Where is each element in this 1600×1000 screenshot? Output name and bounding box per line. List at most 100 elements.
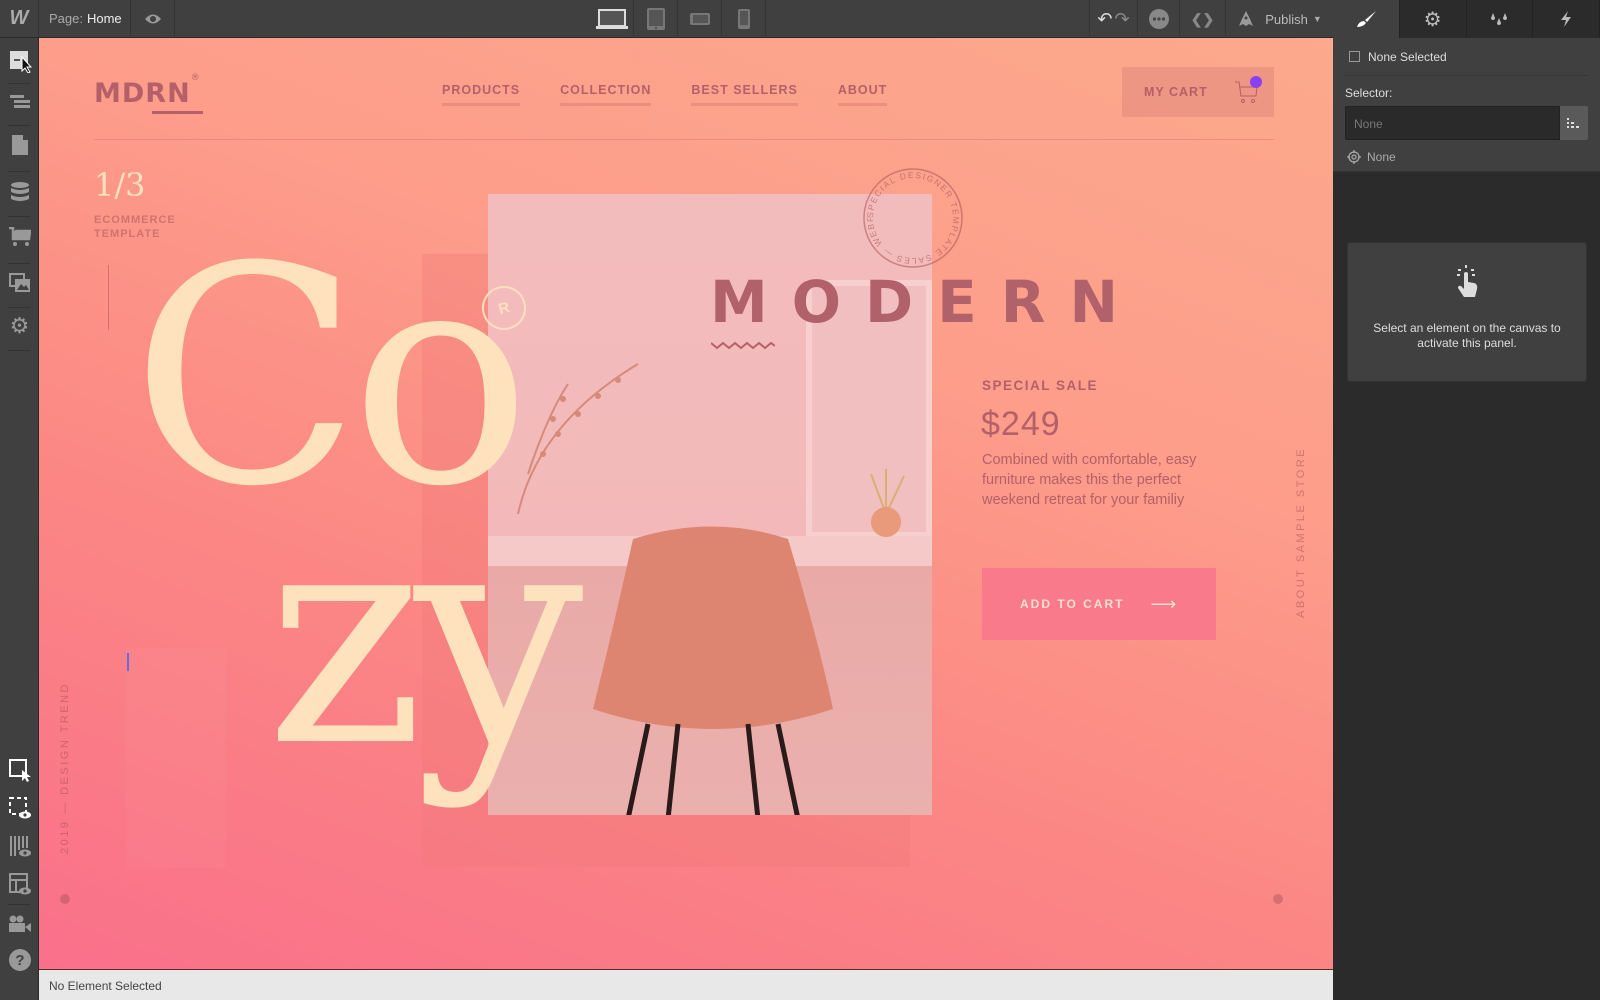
logo-underline bbox=[152, 111, 203, 114]
undo-redo-group: ↶ ↷ bbox=[1089, 0, 1137, 38]
price: $249 bbox=[981, 405, 1061, 443]
layout-preview-button[interactable] bbox=[0, 864, 39, 904]
preview-box-icon bbox=[8, 797, 31, 819]
select-checkbox[interactable] bbox=[1349, 51, 1360, 62]
status-bar: No Element Selected bbox=[39, 969, 1333, 1000]
page-selector[interactable]: Page: Home bbox=[39, 0, 131, 38]
rocket-icon bbox=[1239, 11, 1254, 26]
grid-preview-button[interactable] bbox=[0, 826, 39, 866]
pointer-click-icon bbox=[1457, 265, 1478, 297]
pages-button[interactable] bbox=[0, 125, 39, 165]
add-element-button[interactable] bbox=[0, 41, 39, 81]
nav-best-sellers[interactable]: BEST SELLERS bbox=[691, 83, 798, 106]
settings-icon: ⚙ bbox=[9, 313, 30, 338]
state-row[interactable]: None bbox=[1347, 150, 1588, 164]
text-cursor bbox=[127, 653, 129, 671]
code-icon: ❮❯ bbox=[1190, 10, 1215, 27]
nav-about[interactable]: ABOUT bbox=[837, 83, 888, 106]
video-tutorials-icon bbox=[8, 915, 31, 932]
select-element-icon bbox=[8, 759, 31, 782]
preview-box-button[interactable] bbox=[0, 788, 39, 828]
desktop-breakpoint-button[interactable] bbox=[590, 0, 634, 38]
empty-state-hint: Select an element on the canvas to activ… bbox=[1347, 242, 1587, 382]
preview-button[interactable] bbox=[131, 0, 175, 38]
side-label-right: ABOUT SAMPLE STORE bbox=[1295, 446, 1307, 618]
undo-icon[interactable]: ↶ bbox=[1097, 9, 1112, 30]
page-label-value: Home bbox=[86, 11, 122, 26]
scroll-indicator bbox=[108, 265, 109, 330]
webflow-logo[interactable]: W bbox=[0, 0, 39, 38]
selector-label: Selector: bbox=[1345, 86, 1393, 100]
cms-button[interactable] bbox=[0, 172, 39, 212]
add-to-cart-button[interactable]: ADD TO CART ⟶ bbox=[982, 568, 1216, 640]
redo-icon[interactable]: ↷ bbox=[1115, 9, 1130, 30]
site-nav: PRODUCTS COLLECTION BEST SELLERS ABOUT bbox=[442, 83, 888, 106]
mobile-portrait-icon bbox=[737, 9, 750, 29]
publish-button[interactable]: Publish ▼ bbox=[1225, 0, 1333, 38]
tablet-breakpoint-button[interactable] bbox=[634, 0, 678, 38]
mobile-landscape-icon bbox=[689, 13, 710, 25]
selector-field: None bbox=[1345, 106, 1588, 140]
nav-products[interactable]: PRODUCTS bbox=[442, 83, 521, 106]
design-canvas[interactable]: MDRN ® PRODUCTS COLLECTION BEST SELLERS … bbox=[39, 38, 1333, 969]
video-tutorials-button[interactable] bbox=[0, 904, 39, 944]
slider-dot-left[interactable] bbox=[60, 894, 70, 904]
tab-settings[interactable]: ⚙ bbox=[1400, 0, 1467, 38]
header-divider bbox=[94, 139, 1274, 140]
preview-eye-icon bbox=[144, 14, 161, 23]
cart-button[interactable]: MY CART bbox=[1122, 67, 1274, 117]
style-brush-icon bbox=[1356, 11, 1376, 27]
navigator-icon bbox=[9, 95, 30, 108]
assets-icon bbox=[8, 273, 30, 292]
more-icon bbox=[1148, 9, 1169, 29]
add-to-cart-label: ADD TO CART bbox=[1020, 597, 1125, 611]
hint-line2: activate this panel. bbox=[1417, 336, 1517, 350]
pages-icon bbox=[11, 135, 28, 155]
slider-dot-right[interactable] bbox=[1273, 894, 1283, 904]
publish-label: Publish bbox=[1265, 11, 1308, 27]
hint-line1: Select an element on the canvas to bbox=[1373, 321, 1561, 335]
site-logo[interactable]: MDRN ® bbox=[94, 73, 203, 114]
help-button[interactable]: ? bbox=[0, 940, 39, 980]
select-element-button[interactable] bbox=[0, 750, 39, 790]
grid-preview-icon bbox=[9, 836, 31, 857]
tab-interactions[interactable] bbox=[1467, 0, 1534, 38]
interactions-drops-icon bbox=[1491, 13, 1508, 25]
cms-icon bbox=[10, 182, 29, 201]
code-export-button[interactable]: ❮❯ bbox=[1179, 0, 1225, 38]
selector-menu-button[interactable] bbox=[1560, 106, 1588, 140]
ecommerce-cart-icon bbox=[8, 227, 31, 246]
topbar-actions: ↶ ↷ ❮❯ Publish ▼ bbox=[1089, 0, 1333, 38]
tab-lightning[interactable] bbox=[1533, 0, 1600, 38]
settings-gear-icon: ⚙ bbox=[1423, 8, 1442, 31]
site-settings-button[interactable]: ⚙ bbox=[0, 306, 39, 346]
tablet-icon bbox=[646, 8, 665, 30]
svg-text:?: ? bbox=[15, 952, 24, 969]
help-icon: ? bbox=[8, 949, 31, 971]
registered-mark: ® bbox=[190, 73, 201, 83]
assets-button[interactable] bbox=[0, 263, 39, 303]
none-selected-label: None Selected bbox=[1368, 49, 1447, 64]
selector-input[interactable]: None bbox=[1345, 106, 1560, 140]
tab-style[interactable] bbox=[1333, 0, 1400, 38]
side-label-left: 2019 — DESIGN TREND bbox=[59, 681, 71, 854]
chair-icon bbox=[593, 526, 833, 815]
more-button[interactable] bbox=[1137, 0, 1179, 38]
nav-collection[interactable]: COLLECTION bbox=[560, 83, 652, 106]
target-icon bbox=[1347, 150, 1361, 164]
layout-preview-icon bbox=[8, 873, 31, 895]
cart-count-dot bbox=[1250, 76, 1262, 88]
cart-label: MY CART bbox=[1144, 85, 1208, 99]
selector-list-icon bbox=[1567, 118, 1579, 128]
desktop-icon bbox=[595, 9, 628, 29]
none-selected-row: None Selected bbox=[1345, 38, 1588, 76]
sale-label: SPECIAL SALE bbox=[982, 378, 1099, 393]
mobile-landscape-breakpoint-button[interactable] bbox=[678, 0, 722, 38]
designer-topbar: W Page: Home ↶ ↷ ❮❯ Publish ▼ bbox=[0, 0, 1333, 38]
navigator-button[interactable] bbox=[0, 82, 39, 122]
zigzag-divider-icon bbox=[711, 341, 775, 350]
style-panel: None Selected Selector: None None Select… bbox=[1333, 38, 1600, 1000]
ecommerce-button[interactable] bbox=[0, 217, 39, 257]
site-logo-text: MDRN bbox=[94, 78, 191, 109]
mobile-portrait-breakpoint-button[interactable] bbox=[722, 0, 766, 38]
